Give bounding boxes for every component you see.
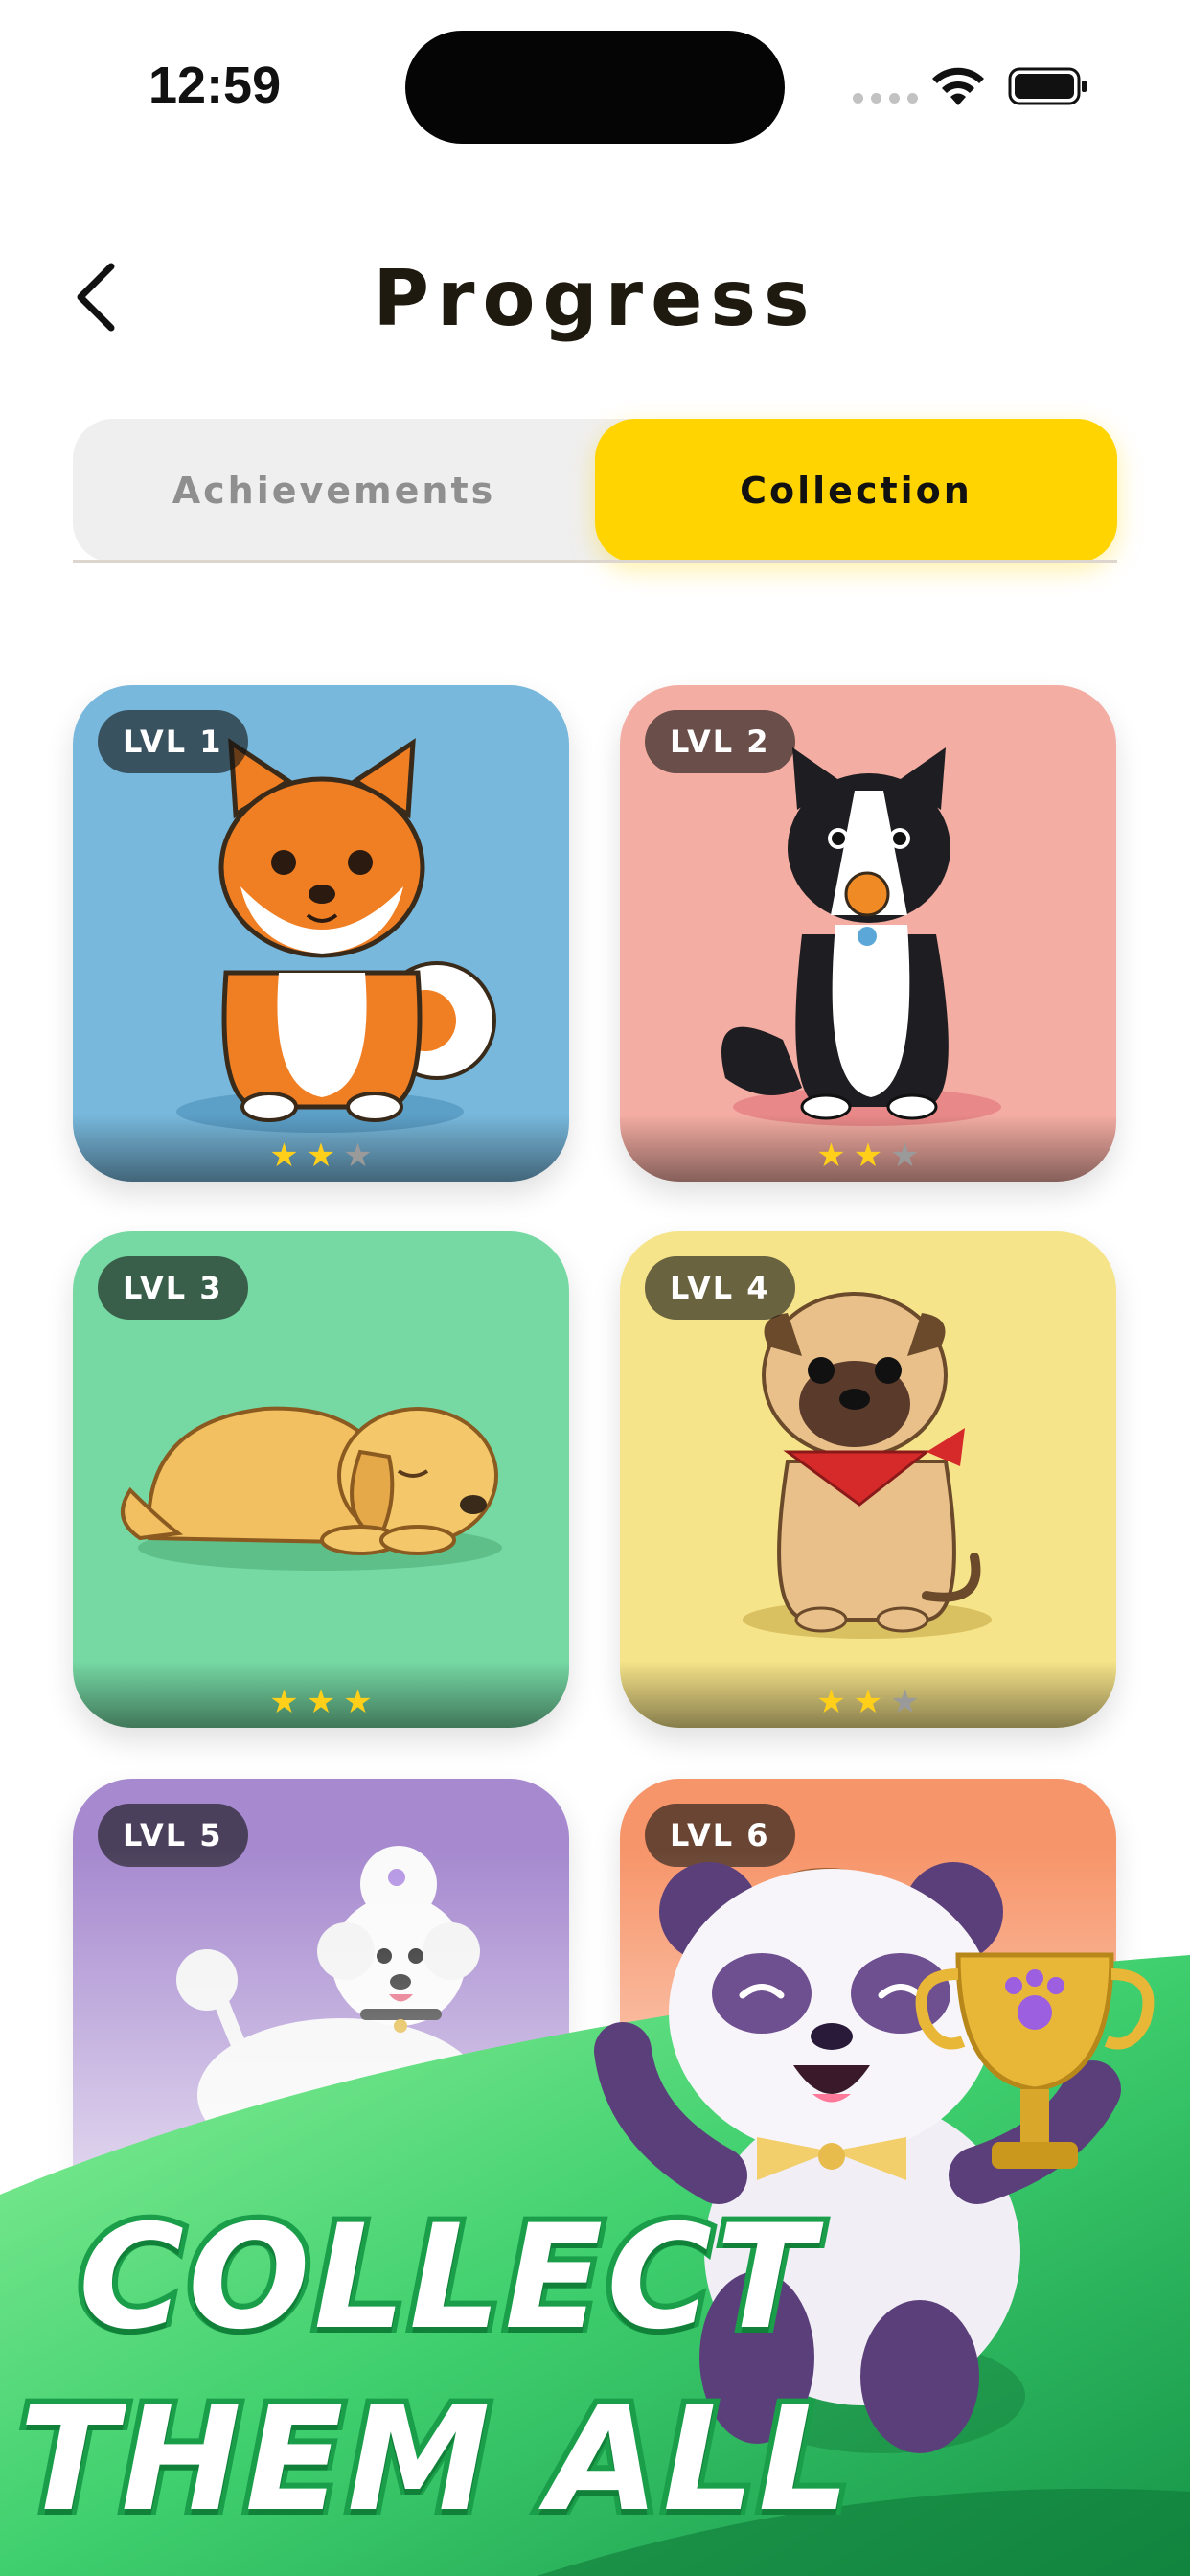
level-badge: LVL 4	[645, 1256, 795, 1320]
star-rating: ★ ★ ★	[620, 1686, 1116, 1718]
tabs-divider	[73, 560, 1117, 563]
level-badge: LVL 1	[98, 710, 248, 773]
star-empty-icon: ★	[890, 1138, 920, 1174]
segmented-tabs: Achievements Collection	[73, 419, 1117, 563]
star-filled-icon: ★	[816, 1138, 846, 1174]
star-rating: ★ ★ ★	[620, 1139, 1116, 1172]
star-filled-icon: ★	[269, 1684, 299, 1720]
tab-collection[interactable]: Collection	[595, 419, 1117, 563]
collection-card-lvl3[interactable]: LVL 3 ★ ★ ★	[73, 1231, 569, 1728]
dynamic-island	[405, 31, 785, 144]
promo-headline-line1: COLLECT	[73, 2189, 820, 2367]
star-filled-icon: ★	[816, 1684, 846, 1720]
star-filled-icon: ★	[343, 1684, 373, 1720]
star-filled-icon: ★	[853, 1684, 883, 1720]
page-title: Progress	[373, 254, 817, 343]
star-filled-icon: ★	[853, 1138, 883, 1174]
level-badge: LVL 5	[98, 1804, 248, 1867]
star-filled-icon: ★	[306, 1138, 336, 1174]
wifi-icon	[932, 67, 984, 105]
cellular-signal-icon	[853, 93, 918, 104]
star-rating: ★ ★ ★	[73, 1139, 569, 1172]
promo-headline-line2: THEM ALL	[13, 2371, 856, 2549]
tab-achievements[interactable]: Achievements	[73, 419, 595, 563]
collection-card-lvl2[interactable]: LVL 2 ★ ★ ★	[620, 685, 1116, 1182]
collection-card-lvl4[interactable]: LVL 4 ★ ★ ★	[620, 1231, 1116, 1728]
star-filled-icon: ★	[306, 1684, 336, 1720]
star-filled-icon: ★	[269, 1138, 299, 1174]
level-badge: LVL 3	[98, 1256, 248, 1320]
level-badge: LVL 6	[645, 1804, 795, 1867]
battery-icon	[1008, 67, 1087, 105]
star-empty-icon: ★	[890, 1684, 920, 1720]
level-badge: LVL 2	[645, 710, 795, 773]
status-time: 12:59	[149, 57, 282, 114]
star-empty-icon: ★	[343, 1138, 373, 1174]
star-rating: ★ ★ ★	[73, 1686, 569, 1718]
collection-card-lvl1[interactable]: LVL 1 ★ ★ ★	[73, 685, 569, 1182]
